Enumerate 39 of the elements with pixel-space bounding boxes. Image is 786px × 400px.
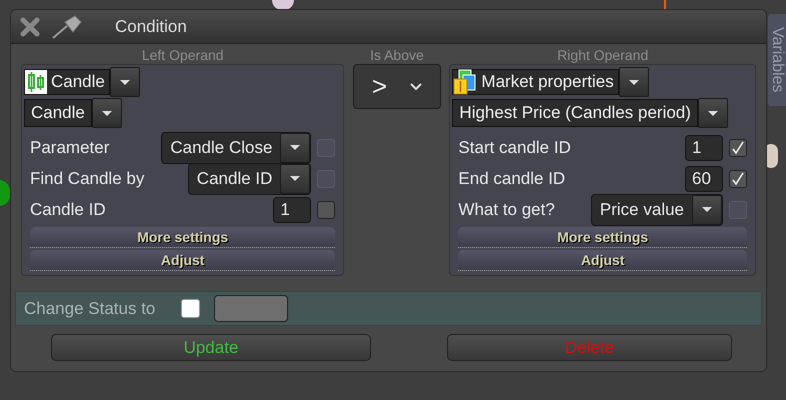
- field-label: End candle ID: [458, 168, 566, 190]
- checkbox[interactable]: [729, 138, 748, 156]
- caret-icon: [708, 110, 718, 116]
- field-label: Parameter: [30, 136, 110, 159]
- caret-icon: [290, 145, 300, 150]
- field-label: What to get?: [458, 198, 556, 221]
- checkbox[interactable]: [181, 299, 200, 318]
- field-label: Start candle ID: [458, 136, 572, 159]
- panel-button[interactable]: Adjust: [30, 250, 336, 271]
- close-icon[interactable]: [19, 16, 41, 38]
- panel-button[interactable]: Adjust: [458, 250, 748, 271]
- caret-icon: [702, 207, 712, 212]
- operator-dropdown[interactable]: >: [352, 64, 441, 109]
- caret-icon: [120, 80, 130, 84]
- checkmark-icon: [731, 172, 746, 186]
- window-title: Condition: [115, 16, 187, 38]
- operand-heading: Right Operand: [557, 46, 648, 64]
- checkbox[interactable]: [729, 170, 748, 188]
- color-field[interactable]: [214, 295, 288, 322]
- operator-heading: Is Above: [370, 46, 424, 64]
- number-field[interactable]: 1: [685, 134, 724, 160]
- caret-icon: [102, 110, 112, 116]
- chevron-icon: [410, 82, 422, 90]
- pin-icon[interactable]: [51, 14, 83, 40]
- number-field[interactable]: 60: [685, 166, 724, 192]
- panel-button[interactable]: More settings: [458, 227, 748, 248]
- candlestick-icon: [25, 70, 47, 94]
- field-label: Find Candle by: [30, 168, 146, 190]
- checkbox[interactable]: [317, 200, 336, 218]
- update-button[interactable]: Update: [51, 334, 371, 361]
- caret-icon: [290, 176, 300, 181]
- number-field[interactable]: 1: [273, 196, 312, 222]
- money-icon: [453, 69, 478, 95]
- status-label: Change Status to: [24, 298, 156, 320]
- caret-icon: [628, 80, 639, 84]
- checkmark-icon: [731, 140, 746, 154]
- panel-button[interactable]: More settings: [30, 227, 336, 248]
- operand-heading: Left Operand: [142, 46, 224, 64]
- field-label: Candle ID: [30, 198, 107, 221]
